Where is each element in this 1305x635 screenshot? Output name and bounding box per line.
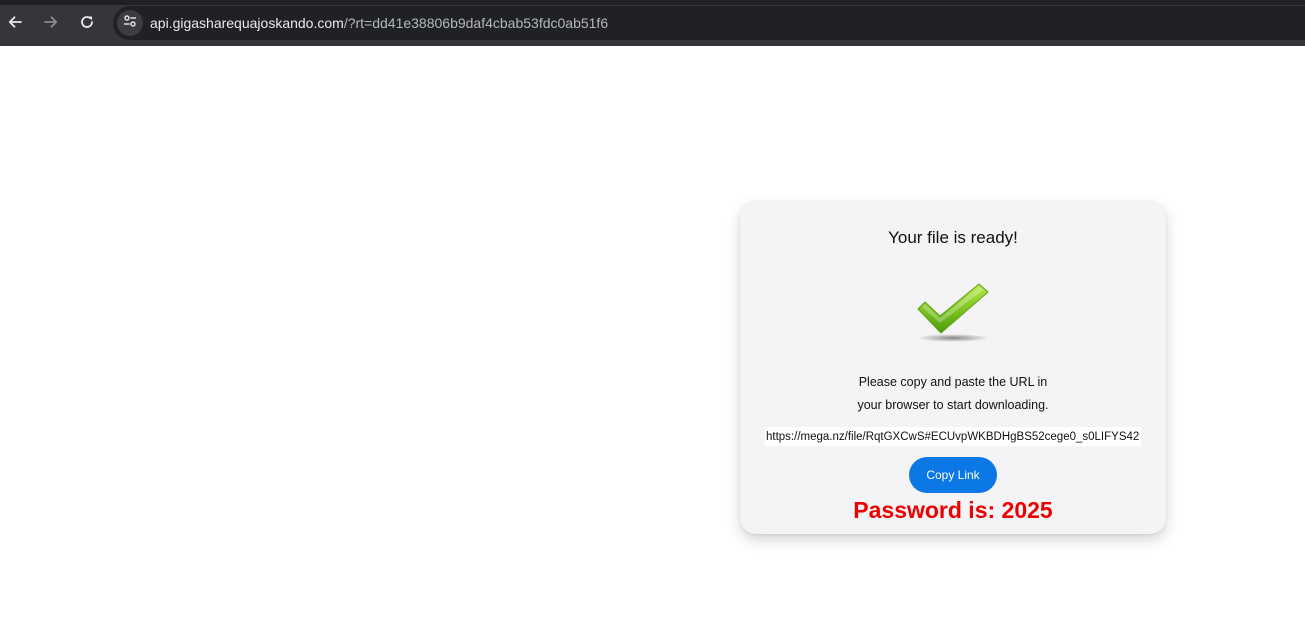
reload-button[interactable]: [73, 8, 101, 36]
url-path: /?rt=dd41e38806b9daf4cbab53fdc0ab51f6: [343, 15, 609, 31]
instruction-line-1: Please copy and paste the URL in: [858, 375, 1048, 389]
arrow-left-icon: [7, 14, 23, 30]
url-text[interactable]: api.gigasharequajoskando.com/?rt=dd41e38…: [150, 14, 608, 32]
instructions: Please copy and paste the URL in your br…: [840, 371, 1066, 417]
password-text: Password is: 2025: [853, 497, 1053, 523]
tune-icon: [123, 14, 137, 33]
url-host: api.gigasharequajoskando.com: [150, 15, 344, 31]
card-title: Your file is ready!: [888, 228, 1018, 247]
arrow-right-icon: [43, 14, 59, 30]
address-bar[interactable]: api.gigasharequajoskando.com/?rt=dd41e38…: [113, 6, 1305, 40]
back-button[interactable]: [1, 8, 29, 36]
download-link-field[interactable]: [765, 427, 1141, 446]
copy-link-button[interactable]: Copy Link: [909, 457, 997, 493]
checkmark-icon: [913, 281, 993, 345]
forward-button[interactable]: [37, 8, 65, 36]
reload-icon: [79, 14, 95, 30]
download-card: Your file is ready! Please copy and past…: [740, 201, 1166, 534]
site-info-button[interactable]: [117, 10, 143, 36]
browser-toolbar: api.gigasharequajoskando.com/?rt=dd41e38…: [0, 5, 1305, 46]
instruction-line-2: your browser to start downloading.: [857, 398, 1049, 412]
